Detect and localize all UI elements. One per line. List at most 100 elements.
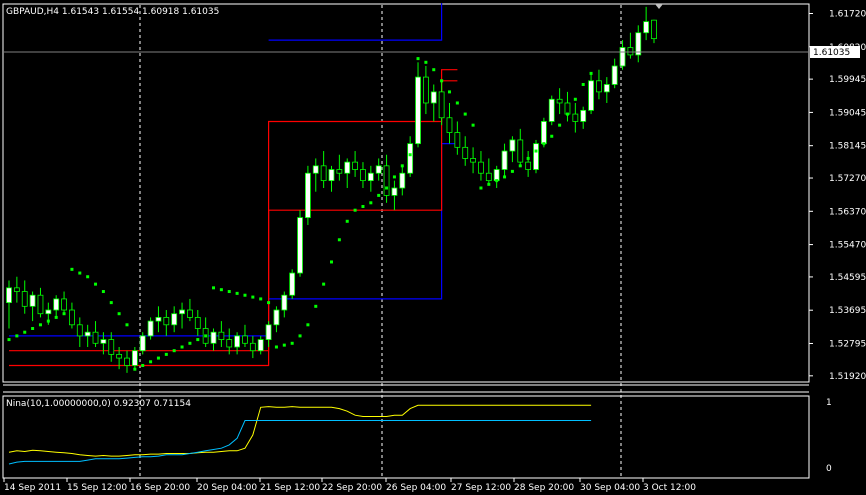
time-tick-label: 14 Sep 2011 — [4, 483, 61, 493]
candle-body — [391, 187, 398, 196]
candlestick-series[interactable] — [6, 6, 657, 373]
time-tick-label: 30 Sep 04:00 — [580, 483, 640, 493]
candle-body — [218, 331, 225, 340]
candle-body — [37, 294, 44, 315]
indicator-scale-top: 1 — [826, 398, 832, 408]
indicator-line1 — [8, 404, 592, 457]
candle-body — [352, 161, 358, 170]
time-tick-label: 21 Sep 12:00 — [260, 483, 320, 493]
indicator-lines — [8, 404, 592, 465]
chart-canvas[interactable]: 1.617201.608201.599451.590451.581451.572… — [0, 0, 866, 495]
candle-body — [533, 143, 539, 170]
candle — [493, 165, 500, 189]
candle — [218, 321, 225, 347]
sar-dot — [117, 312, 121, 316]
candle — [344, 158, 351, 189]
sar-dot — [408, 153, 412, 157]
candle-body — [438, 91, 445, 119]
candle — [37, 287, 44, 318]
candle — [297, 210, 303, 277]
sar-dot — [306, 323, 310, 327]
sar-dot — [259, 297, 263, 301]
sar-dot — [487, 182, 491, 186]
sar-dot — [455, 101, 459, 105]
sar-dot — [440, 79, 444, 83]
candle-body — [383, 165, 390, 196]
candle — [171, 306, 178, 333]
candle — [139, 332, 146, 355]
candle — [367, 165, 374, 192]
candle-body — [556, 98, 563, 104]
sar-dot — [267, 301, 271, 305]
candle — [611, 58, 618, 89]
sar-dot — [204, 334, 208, 338]
price-tick-label: 1.54595 — [829, 273, 866, 283]
candle-body — [336, 169, 343, 174]
sar-dot — [565, 112, 569, 116]
candle — [194, 310, 201, 336]
sar-dot — [15, 334, 19, 338]
sar-dot — [149, 360, 153, 364]
candle-body — [171, 313, 178, 326]
candle-body — [540, 121, 547, 145]
sar-dot — [298, 334, 302, 338]
candle-body — [611, 65, 618, 85]
candle-body — [155, 317, 162, 322]
candle — [155, 306, 162, 333]
candle — [596, 69, 602, 100]
candle — [249, 335, 256, 359]
sar-dot — [503, 175, 507, 179]
candle-body — [242, 335, 248, 344]
chart-shift-icon[interactable] — [655, 4, 663, 9]
time-tick-label: 26 Sep 04:00 — [386, 483, 446, 493]
candle — [92, 321, 99, 347]
price-tick-label: 1.58145 — [829, 142, 866, 152]
candle-body — [234, 335, 241, 348]
candle — [187, 298, 193, 322]
sar-dot — [518, 164, 522, 168]
candle-body — [76, 324, 83, 337]
sar-dot — [510, 169, 514, 173]
candle — [76, 317, 83, 347]
time-tick-label: 3 Oct 12:00 — [643, 483, 696, 493]
sar-dot — [322, 282, 326, 286]
upper-band — [268, 3, 443, 41]
sar-dot — [550, 134, 554, 138]
last-price-label: 1.61035 — [813, 48, 850, 58]
sar-dot — [188, 341, 192, 345]
chart-window: 1.617201.608201.599451.590451.581451.572… — [0, 0, 866, 495]
candle-body — [61, 298, 67, 311]
candle — [108, 332, 115, 362]
candle — [588, 73, 594, 115]
candle — [430, 84, 437, 122]
candle — [281, 291, 288, 318]
sar-dot — [314, 304, 318, 308]
candle — [265, 321, 272, 347]
candle — [454, 121, 461, 155]
sar-dot — [392, 175, 396, 179]
sar-dot — [534, 149, 538, 153]
candle-body — [360, 169, 366, 182]
candle — [533, 139, 539, 174]
sar-dot — [424, 60, 428, 64]
sar-dot — [156, 356, 160, 360]
candle — [312, 158, 319, 192]
candle — [21, 280, 28, 314]
candle-body — [163, 317, 170, 326]
vertical-grid — [139, 5, 622, 478]
time-tick-label: 20 Sep 04:00 — [197, 483, 257, 493]
candle-body — [108, 339, 115, 355]
candle-body — [462, 146, 469, 159]
candle — [13, 276, 20, 303]
candle — [548, 95, 555, 126]
time-tick-label: 22 Sep 20:00 — [322, 483, 382, 493]
candle-body — [273, 309, 280, 326]
candle — [131, 346, 138, 370]
candle — [438, 80, 445, 126]
candle — [501, 143, 508, 177]
candle — [556, 88, 563, 115]
sar-dot — [109, 301, 113, 305]
sar-dot — [361, 204, 365, 208]
price-tick-label: 1.51920 — [829, 372, 866, 382]
candle-body — [53, 298, 60, 311]
